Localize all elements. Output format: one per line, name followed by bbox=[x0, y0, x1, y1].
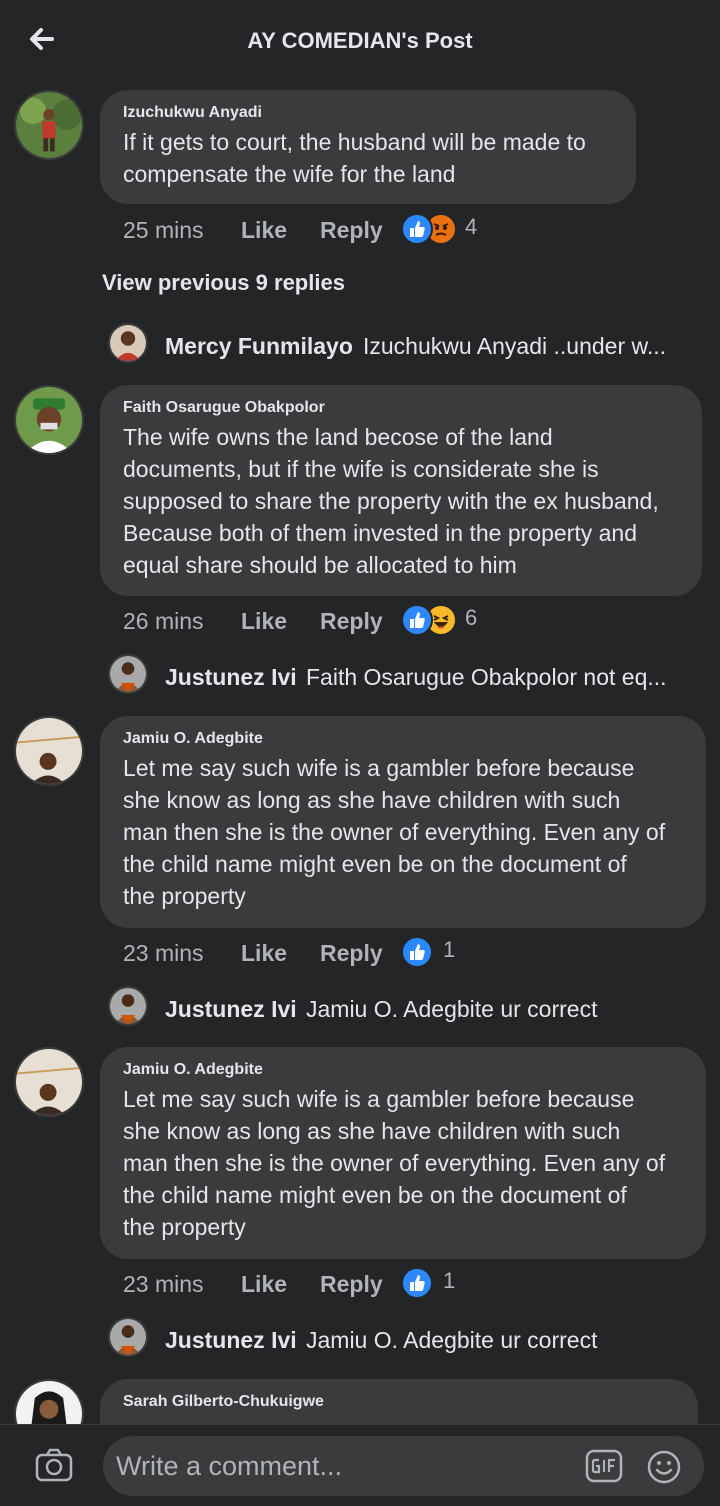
comment-text-line: the property bbox=[123, 883, 246, 909]
view-previous-replies-link[interactable]: View previous 9 replies bbox=[102, 270, 345, 296]
avatar[interactable] bbox=[108, 323, 148, 363]
comment-actions: 25 mins Like Reply 4 bbox=[123, 213, 523, 247]
reaction-count: 1 bbox=[443, 937, 456, 962]
like-reaction-icon bbox=[401, 604, 433, 636]
like-reaction-icon bbox=[401, 213, 433, 245]
like-reaction-icon bbox=[401, 1267, 433, 1299]
reply-preview[interactable]: Mercy Funmilayo Izuchukwu Anyadi ..under… bbox=[108, 323, 688, 365]
comment-text-line: the property bbox=[123, 1214, 246, 1240]
reply-author[interactable]: Justunez Ivi bbox=[165, 1327, 297, 1354]
reply-text: Jamiu O. Adegbite ur correct bbox=[306, 1327, 598, 1353]
reply-button[interactable]: Reply bbox=[320, 940, 383, 967]
comment-bubble[interactable]: Sarah Gilberto-Chukuigwe bbox=[100, 1379, 698, 1424]
comments-feed[interactable]: Izuchukwu Anyadi If it gets to court, th… bbox=[0, 82, 720, 1424]
comment-text-line: compensate the wife for the land bbox=[123, 161, 456, 187]
comment-bubble[interactable]: Jamiu O. Adegbite Let me say such wife i… bbox=[100, 716, 706, 928]
reply-text: Jamiu O. Adegbite ur correct bbox=[306, 996, 598, 1022]
top-bar: AY COMEDIAN's Post bbox=[0, 0, 720, 82]
reaction-count: 4 bbox=[465, 214, 478, 239]
comment-actions: 23 mins Like Reply 1 bbox=[123, 936, 523, 970]
comment-text-line: equal share should be allocated to him bbox=[123, 552, 517, 578]
comment-bubble[interactable]: Faith Osarugue Obakpolor The wife owns t… bbox=[100, 385, 702, 596]
comment-text-line: If it gets to court, the husband will be… bbox=[123, 129, 586, 155]
comment-text-line: Because both of them invested in the pro… bbox=[123, 520, 637, 546]
reply-preview[interactable]: Justunez Ivi Jamiu O. Adegbite ur correc… bbox=[108, 1317, 698, 1359]
like-button[interactable]: Like bbox=[241, 608, 287, 635]
reply-author[interactable]: Mercy Funmilayo bbox=[165, 333, 353, 360]
reply-author[interactable]: Justunez Ivi bbox=[165, 996, 297, 1023]
avatar[interactable] bbox=[14, 1379, 84, 1424]
reply-text: Izuchukwu Anyadi ..under w... bbox=[363, 333, 667, 359]
comment-text-line: man then she is the owner of everything.… bbox=[123, 819, 666, 845]
comment-text-line: the child name might even be on the docu… bbox=[123, 851, 627, 877]
reply-button[interactable]: Reply bbox=[320, 608, 383, 635]
reactions[interactable]: 1 bbox=[401, 936, 491, 970]
avatar[interactable] bbox=[108, 986, 148, 1026]
comment-bubble[interactable]: Izuchukwu Anyadi If it gets to court, th… bbox=[100, 90, 636, 204]
comment-text-line: she know as long as she have children wi… bbox=[123, 1118, 621, 1144]
avatar[interactable] bbox=[14, 716, 84, 786]
comment-author[interactable]: Sarah Gilberto-Chukuigwe bbox=[123, 1393, 676, 1411]
comment-text-line: documents, but if the wife is considerat… bbox=[123, 456, 599, 482]
avatar[interactable] bbox=[108, 1317, 148, 1357]
avatar[interactable] bbox=[108, 654, 148, 694]
comment-author[interactable]: Jamiu O. Adegbite bbox=[123, 730, 684, 748]
page-title: AY COMEDIAN's Post bbox=[247, 28, 473, 53]
like-button[interactable]: Like bbox=[241, 940, 287, 967]
comment-composer bbox=[0, 1424, 720, 1506]
reaction-count: 1 bbox=[443, 1268, 456, 1293]
avatar[interactable] bbox=[14, 90, 84, 160]
comment-text-line: man then she is the owner of everything.… bbox=[123, 1150, 666, 1176]
comment-text-line: Let me say such wife is a gambler before… bbox=[123, 1086, 635, 1112]
comment-text-line: Let me say such wife is a gambler before… bbox=[123, 755, 635, 781]
reply-button[interactable]: Reply bbox=[320, 217, 383, 244]
reply-button[interactable]: Reply bbox=[320, 1271, 383, 1298]
reactions[interactable]: 6 bbox=[401, 604, 491, 638]
comment-text-line: The wife owns the land becose of the lan… bbox=[123, 424, 553, 450]
comment-actions: 26 mins Like Reply 6 bbox=[123, 604, 523, 638]
gif-icon[interactable] bbox=[585, 1449, 623, 1483]
like-reaction-icon bbox=[401, 936, 433, 968]
comment-time: 23 mins bbox=[123, 1271, 204, 1297]
comment-bubble[interactable]: Jamiu O. Adegbite Let me say such wife i… bbox=[100, 1047, 706, 1259]
comment-time: 26 mins bbox=[123, 608, 204, 634]
reaction-count: 6 bbox=[465, 605, 478, 630]
comment-time: 25 mins bbox=[123, 217, 204, 243]
comment-author[interactable]: Jamiu O. Adegbite bbox=[123, 1061, 684, 1079]
like-button[interactable]: Like bbox=[241, 1271, 287, 1298]
reactions[interactable]: 4 bbox=[401, 213, 491, 247]
comment-time: 23 mins bbox=[123, 940, 204, 966]
camera-icon[interactable] bbox=[34, 1447, 74, 1483]
reply-author[interactable]: Justunez Ivi bbox=[165, 664, 297, 691]
emoji-icon[interactable] bbox=[646, 1449, 682, 1485]
like-button[interactable]: Like bbox=[241, 217, 287, 244]
comment-actions: 23 mins Like Reply 1 bbox=[123, 1267, 523, 1301]
reply-preview[interactable]: Justunez Ivi Jamiu O. Adegbite ur correc… bbox=[108, 986, 698, 1028]
comment-author[interactable]: Faith Osarugue Obakpolor bbox=[123, 399, 680, 417]
reactions[interactable]: 1 bbox=[401, 1267, 491, 1301]
avatar[interactable] bbox=[14, 385, 84, 455]
comment-author[interactable]: Izuchukwu Anyadi bbox=[123, 104, 614, 122]
comment-text-line: she know as long as she have children wi… bbox=[123, 787, 621, 813]
comment-text-line: supposed to share the property with the … bbox=[123, 488, 659, 514]
reply-text: Faith Osarugue Obakpolor not eq... bbox=[306, 664, 667, 690]
reply-preview[interactable]: Justunez Ivi Faith Osarugue Obakpolor no… bbox=[108, 654, 698, 696]
comment-text-line: the child name might even be on the docu… bbox=[123, 1182, 627, 1208]
avatar[interactable] bbox=[14, 1047, 84, 1117]
